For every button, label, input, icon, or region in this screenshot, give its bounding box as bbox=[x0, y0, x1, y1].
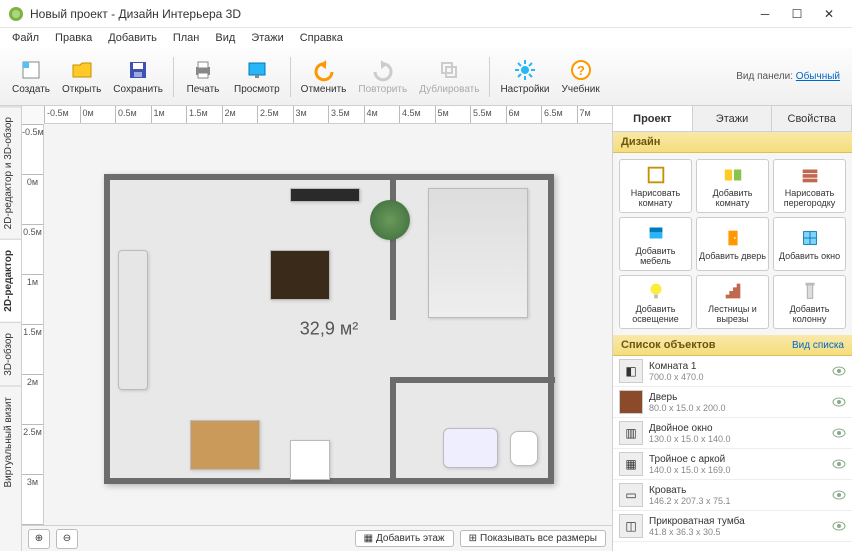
add-window-button[interactable]: Добавить окно bbox=[773, 217, 846, 271]
undo-button[interactable]: Отменить bbox=[295, 55, 353, 98]
redo-button[interactable]: Повторить bbox=[352, 55, 413, 98]
menu-view[interactable]: Вид bbox=[207, 29, 243, 47]
add-lighting-button[interactable]: Добавить освещение bbox=[619, 275, 692, 329]
right-panel: Проект Этажи Свойства Дизайн Нарисовать … bbox=[612, 106, 852, 551]
list-item[interactable]: ▦Тройное с аркой140.0 x 15.0 x 169.0 bbox=[613, 449, 852, 480]
main: 2D-редактор и 3D-обзор 2D-редактор 3D-об… bbox=[0, 106, 852, 551]
tab-properties[interactable]: Свойства bbox=[772, 106, 852, 131]
visibility-icon[interactable] bbox=[832, 366, 846, 376]
tab-virtual-visit[interactable]: Виртуальный визит bbox=[0, 386, 21, 498]
list-item[interactable]: ◧Комната 1700.0 x 470.0 bbox=[613, 356, 852, 387]
objects-section-header: Список объектовВид списка bbox=[613, 335, 852, 356]
add-floor-button[interactable]: ▦Добавить этаж bbox=[355, 530, 454, 547]
tab-floors[interactable]: Этажи bbox=[693, 106, 773, 131]
view-button[interactable]: Просмотр bbox=[228, 55, 286, 98]
maximize-button[interactable]: ☐ bbox=[782, 4, 812, 24]
bed-icon: ▭ bbox=[619, 483, 643, 507]
titlebar: Новый проект - Дизайн Интерьера 3D ─ ☐ ✕ bbox=[0, 0, 852, 28]
menu-add[interactable]: Добавить bbox=[100, 29, 165, 47]
canvas-bottom-bar: ⊕ ⊖ ▦Добавить этаж ⊞Показывать все разме… bbox=[22, 525, 612, 551]
visibility-icon[interactable] bbox=[832, 459, 846, 469]
furniture-table[interactable] bbox=[270, 250, 330, 300]
design-section-header: Дизайн bbox=[613, 132, 852, 153]
toolbar: Создать Открыть Сохранить Печать Просмот… bbox=[0, 48, 852, 106]
close-button[interactable]: ✕ bbox=[814, 4, 844, 24]
list-item[interactable]: ▭Кровать146.2 x 207.3 x 75.1 bbox=[613, 480, 852, 511]
add-room-button[interactable]: Добавить комнату bbox=[696, 159, 769, 213]
menu-file[interactable]: Файл bbox=[4, 29, 47, 47]
plus-icon: ▦ bbox=[364, 533, 373, 544]
right-tabs: Проект Этажи Свойства bbox=[613, 106, 852, 132]
create-button[interactable]: Создать bbox=[6, 55, 56, 98]
room-icon: ◧ bbox=[619, 359, 643, 383]
list-item[interactable]: Дверь80.0 x 15.0 x 200.0 bbox=[613, 387, 852, 418]
furniture-bed[interactable] bbox=[428, 188, 528, 318]
print-button[interactable]: Печать bbox=[178, 55, 228, 98]
menu-floors[interactable]: Этажи bbox=[243, 29, 291, 47]
add-column-button[interactable]: Добавить колонну bbox=[773, 275, 846, 329]
nightstand-icon: ◫ bbox=[619, 514, 643, 538]
add-door-button[interactable]: Добавить дверь bbox=[696, 217, 769, 271]
svg-text:?: ? bbox=[577, 63, 585, 78]
tab-project[interactable]: Проект bbox=[613, 106, 693, 131]
furniture-sofa[interactable] bbox=[118, 250, 148, 390]
draw-partition-button[interactable]: Нарисовать перегородку bbox=[773, 159, 846, 213]
ruler-icon: ⊞ bbox=[469, 533, 477, 544]
menu-edit[interactable]: Правка bbox=[47, 29, 100, 47]
furniture-tub[interactable] bbox=[443, 428, 498, 468]
show-all-sizes-button[interactable]: ⊞Показывать все размеры bbox=[460, 530, 606, 547]
textbook-button[interactable]: ?Учебник bbox=[556, 55, 606, 98]
area-label: 32,9 м² bbox=[300, 319, 358, 340]
window-icon: ▥ bbox=[619, 421, 643, 445]
minimize-button[interactable]: ─ bbox=[750, 4, 780, 24]
interior-wall-3[interactable] bbox=[390, 377, 555, 383]
menubar: Файл Правка Добавить План Вид Этажи Спра… bbox=[0, 28, 852, 48]
room-outline[interactable]: 32,9 м² bbox=[104, 174, 554, 484]
interior-wall-2[interactable] bbox=[390, 383, 396, 478]
menu-plan[interactable]: План bbox=[165, 29, 208, 47]
door-icon bbox=[619, 390, 643, 414]
furniture-desk[interactable] bbox=[190, 420, 260, 470]
visibility-icon[interactable] bbox=[832, 397, 846, 407]
zoom-in-button[interactable]: ⊕ bbox=[28, 529, 50, 549]
settings-button[interactable]: Настройки bbox=[494, 55, 555, 98]
panel-mode-link[interactable]: Обычный bbox=[796, 71, 840, 82]
list-item[interactable]: ▥Двойное окно130.0 x 15.0 x 140.0 bbox=[613, 418, 852, 449]
stairs-cutouts-button[interactable]: Лестницы и вырезы bbox=[696, 275, 769, 329]
design-grid: Нарисовать комнату Добавить комнату Нари… bbox=[613, 153, 852, 335]
tab-combo[interactable]: 2D-редактор и 3D-обзор bbox=[0, 106, 21, 239]
list-item[interactable]: ◫Прикроватная тумба41.8 x 36.3 x 30.5 bbox=[613, 511, 852, 542]
visibility-icon[interactable] bbox=[832, 490, 846, 500]
list-view-link[interactable]: Вид списка bbox=[792, 340, 844, 351]
tab-2d-editor[interactable]: 2D-редактор bbox=[0, 239, 21, 322]
panel-mode: Вид панели: Обычный bbox=[736, 71, 846, 82]
window-arch-icon: ▦ bbox=[619, 452, 643, 476]
furniture-plant[interactable] bbox=[370, 200, 410, 240]
furniture-tv[interactable] bbox=[290, 188, 360, 202]
canvas-area: -0.5м0м0.5м1м1.5м2м2.5м3м3.5м4м4.5м5м5.5… bbox=[22, 106, 612, 551]
duplicate-button[interactable]: Дублировать bbox=[413, 55, 485, 98]
draw-room-button[interactable]: Нарисовать комнату bbox=[619, 159, 692, 213]
menu-help[interactable]: Справка bbox=[292, 29, 351, 47]
app-icon bbox=[8, 6, 24, 22]
floorplan-canvas[interactable]: 32,9 м² bbox=[44, 124, 612, 525]
visibility-icon[interactable] bbox=[832, 521, 846, 531]
zoom-out-button[interactable]: ⊖ bbox=[56, 529, 78, 549]
furniture-stove[interactable] bbox=[290, 440, 330, 480]
save-button[interactable]: Сохранить bbox=[107, 55, 169, 98]
window-title: Новый проект - Дизайн Интерьера 3D bbox=[30, 7, 750, 21]
side-tabs: 2D-редактор и 3D-обзор 2D-редактор 3D-об… bbox=[0, 106, 22, 551]
tab-3d-view[interactable]: 3D-обзор bbox=[0, 322, 21, 386]
open-button[interactable]: Открыть bbox=[56, 55, 107, 98]
visibility-icon[interactable] bbox=[832, 428, 846, 438]
object-list: ◧Комната 1700.0 x 470.0 Дверь80.0 x 15.0… bbox=[613, 356, 852, 551]
ruler-horizontal: -0.5м0м0.5м1м1.5м2м2.5м3м3.5м4м4.5м5м5.5… bbox=[44, 106, 612, 124]
furniture-toilet[interactable] bbox=[510, 431, 538, 466]
add-furniture-button[interactable]: Добавить мебель bbox=[619, 217, 692, 271]
ruler-vertical: -0.5м0м0.5м1м1.5м2м2.5м3м3.5м bbox=[22, 124, 44, 525]
